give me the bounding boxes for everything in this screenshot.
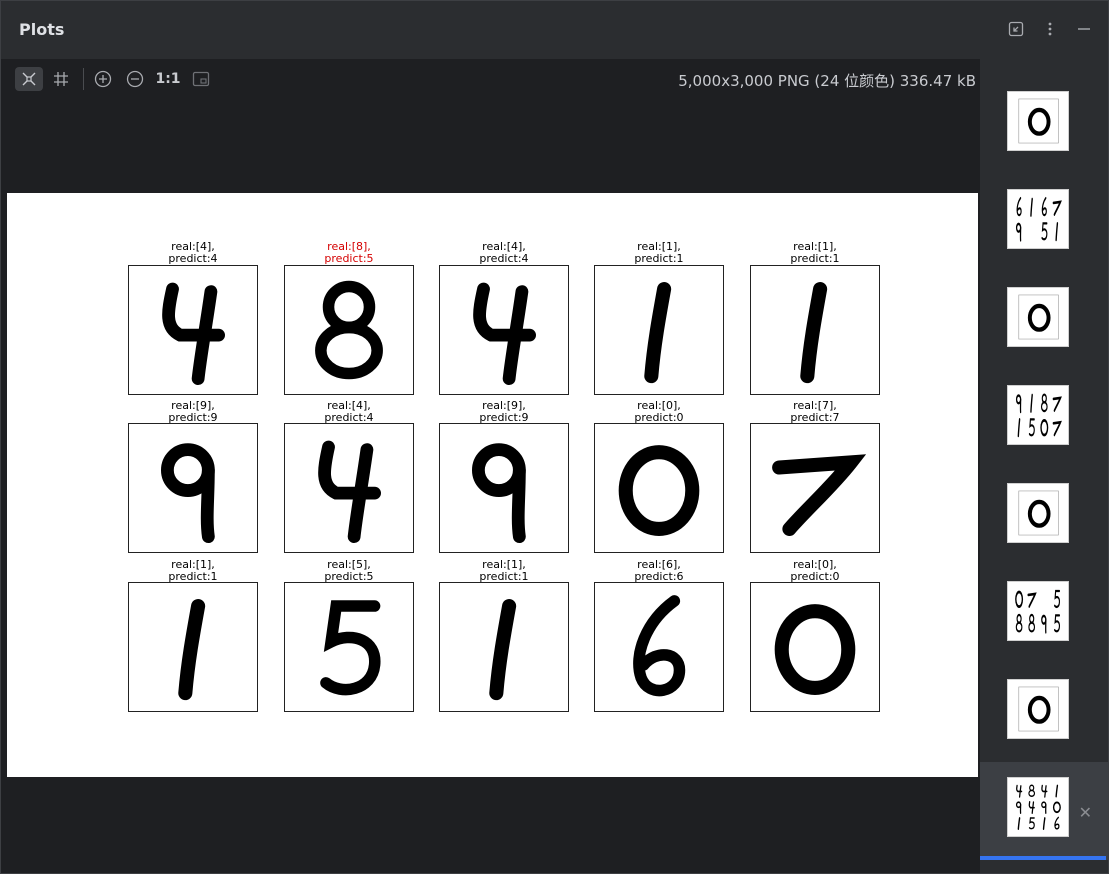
digit-image <box>594 582 724 712</box>
digit-image <box>284 423 414 553</box>
actual-size-button[interactable]: 1:1 <box>154 67 182 91</box>
subplot-title: real:[8], predict:5 <box>279 241 419 265</box>
image-info: 5,000x3,000 PNG (24 位颜色) 336.47 kB <box>678 72 976 90</box>
subplot-title: real:[4], predict:4 <box>434 241 574 265</box>
plot-thumbnail[interactable] <box>1007 581 1069 641</box>
subplot-title: real:[4], predict:4 <box>279 400 419 424</box>
digit-image <box>594 423 724 553</box>
fit-zoom-icon[interactable] <box>187 67 215 91</box>
plot-thumbnail[interactable] <box>1007 483 1069 543</box>
subplot-title: real:[1], predict:1 <box>123 559 263 583</box>
digit-image <box>439 582 569 712</box>
predict-label: predict:5 <box>324 252 374 265</box>
plot-image: real:[4], predict:4 real:[8], predict:5 real… <box>7 193 978 777</box>
selected-thumbnail-indicator <box>980 856 1106 860</box>
plot-thumbnail[interactable] <box>1007 287 1069 347</box>
plot-thumbnail[interactable] <box>1007 91 1069 151</box>
subplot-title: real:[9], predict:9 <box>123 400 263 424</box>
subplot-title: real:[1], predict:1 <box>745 241 885 265</box>
digit-image <box>750 582 880 712</box>
subplot-title: real:[1], predict:1 <box>589 241 729 265</box>
minimize-icon[interactable] <box>1074 19 1094 39</box>
subplot-title: real:[0], predict:0 <box>589 400 729 424</box>
grid-icon[interactable] <box>47 67 75 91</box>
window-title: Plots <box>19 20 65 39</box>
predict-label: predict:1 <box>790 252 840 265</box>
digit-image <box>284 265 414 395</box>
subplot-title: real:[1], predict:1 <box>434 559 574 583</box>
image-viewer: real:[4], predict:4 real:[8], predict:5 real… <box>1 99 980 873</box>
digit-image <box>750 423 880 553</box>
subplot-title: real:[7], predict:7 <box>745 400 885 424</box>
zoom-out-icon[interactable] <box>121 67 149 91</box>
toolbar-separator <box>83 68 84 90</box>
zoom-in-icon[interactable] <box>89 67 117 91</box>
subplot-title: real:[6], predict:6 <box>589 559 729 583</box>
digit-image <box>284 582 414 712</box>
digit-image <box>128 582 258 712</box>
predict-label: predict:4 <box>168 252 218 265</box>
digit-image <box>594 265 724 395</box>
predict-label: predict:1 <box>634 252 684 265</box>
plot-thumbnail[interactable] <box>1007 189 1069 249</box>
restore-view-icon[interactable] <box>1006 19 1026 39</box>
plot-thumbnail[interactable] <box>1007 777 1069 837</box>
plot-thumbnail[interactable] <box>1007 679 1069 739</box>
title-bar-actions <box>1006 19 1094 39</box>
digit-image <box>439 423 569 553</box>
plots-tool-window: Plots 1:1 5,000x3,000 PNG (24 位颜色) 336.4… <box>0 0 1109 874</box>
title-bar: Plots <box>1 1 1108 57</box>
close-icon[interactable]: ✕ <box>1079 803 1092 822</box>
plot-thumbnail[interactable] <box>1007 385 1069 445</box>
digit-image <box>439 265 569 395</box>
digit-image <box>750 265 880 395</box>
subplot-title: real:[0], predict:0 <box>745 559 885 583</box>
digit-image <box>128 423 258 553</box>
fit-to-window-icon[interactable] <box>15 67 43 91</box>
subplot-title: real:[9], predict:9 <box>434 400 574 424</box>
plot-thumbnails: ✕ <box>980 59 1108 873</box>
subplot-title: real:[4], predict:4 <box>123 241 263 265</box>
predict-label: predict:4 <box>479 252 529 265</box>
more-options-icon[interactable] <box>1040 19 1060 39</box>
subplot-title: real:[5], predict:5 <box>279 559 419 583</box>
plot-toolbar: 1:1 5,000x3,000 PNG (24 位颜色) 336.47 kB <box>1 59 980 99</box>
digit-image <box>128 265 258 395</box>
